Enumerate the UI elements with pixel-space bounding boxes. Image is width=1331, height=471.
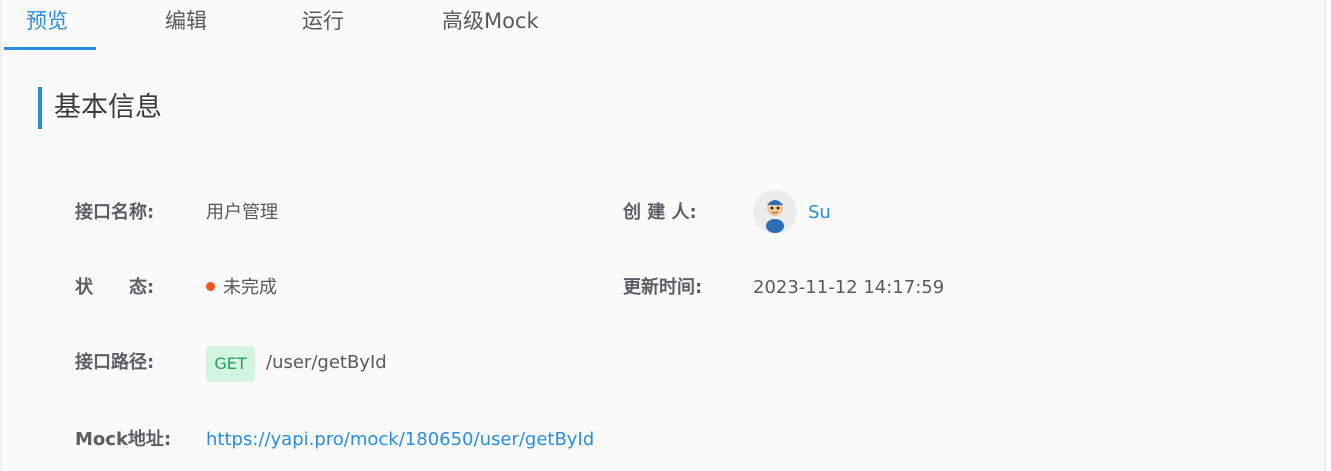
interface-detail-panel: 预览 编辑 运行 高级Mock 基本信息 接口名称: 用户管理 创 建 人: S… xyxy=(0,0,1326,471)
status-text: 未完成 xyxy=(223,277,277,298)
updated-time-label: 更新时间: xyxy=(623,277,703,298)
method-badge: GET xyxy=(206,346,255,382)
section-title: 基本信息 xyxy=(54,92,162,123)
status-label: 状 态: xyxy=(75,277,155,298)
user-avatar-icon xyxy=(753,190,797,234)
updated-time-value: 2023-11-12 14:17:59 xyxy=(753,277,945,298)
tab-bar: 预览 编辑 运行 高级Mock xyxy=(2,0,1324,52)
avatar[interactable] xyxy=(753,190,797,234)
mock-address-link[interactable]: https://yapi.pro/mock/180650/user/getByI… xyxy=(206,428,594,452)
interface-path-value: /user/getById xyxy=(266,352,387,373)
creator-label: 创 建 人: xyxy=(623,202,697,223)
mock-address-label: Mock地址: xyxy=(75,429,172,450)
interface-path-label: 接口路径: xyxy=(75,352,155,373)
tab-preview[interactable]: 预览 xyxy=(26,6,68,36)
creator-name-link[interactable]: Su xyxy=(808,201,831,225)
section-title-bar xyxy=(38,87,42,129)
tab-advanced-mock[interactable]: 高级Mock xyxy=(442,6,539,36)
tab-edit[interactable]: 编辑 xyxy=(165,6,207,36)
tab-run[interactable]: 运行 xyxy=(302,6,344,36)
status-value: 未完成 xyxy=(206,276,277,300)
interface-name-value: 用户管理 xyxy=(206,202,278,223)
status-dot-icon xyxy=(206,282,215,291)
active-tab-indicator xyxy=(4,47,96,50)
interface-name-label: 接口名称: xyxy=(75,202,155,223)
